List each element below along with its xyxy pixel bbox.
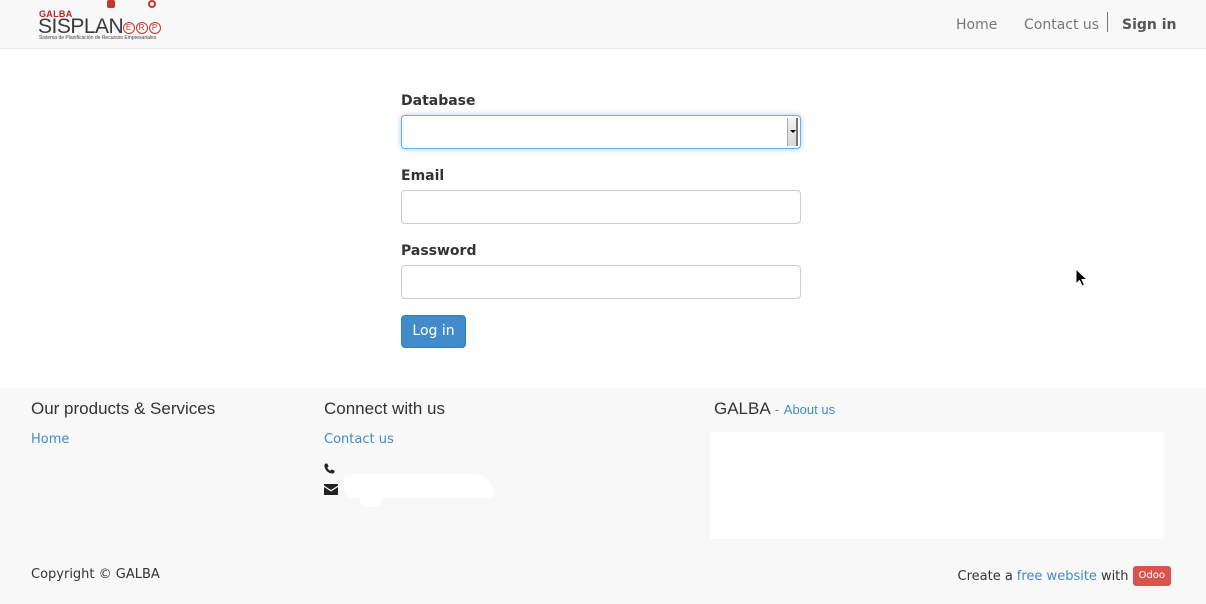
create-prefix-text: Create a xyxy=(957,568,1013,584)
logo-erp-suffix: ERP xyxy=(123,22,162,34)
footer-create-website: Create a free website with Odoo xyxy=(957,566,1171,586)
sisplan-logo[interactable]: GALBA SISPLAN ERP Sistema de Planificaci… xyxy=(36,0,182,46)
about-content-box xyxy=(710,432,1164,539)
login-button[interactable]: Log in xyxy=(401,315,466,348)
email-input[interactable] xyxy=(401,190,801,224)
nav-contact-link[interactable]: Contact us xyxy=(1024,0,1099,49)
logo-tagline: Sistema de Planificación de Recursos Emp… xyxy=(39,35,157,41)
mouse-cursor-icon xyxy=(1075,268,1089,287)
nav-divider xyxy=(1107,12,1108,32)
email-label: Email xyxy=(401,168,445,184)
password-input[interactable] xyxy=(401,265,801,299)
select-dropdown-icon[interactable] xyxy=(787,118,798,146)
database-select[interactable] xyxy=(401,115,801,149)
footer-contact-link[interactable]: Contact us xyxy=(324,432,394,447)
footer-about-separator: - xyxy=(774,402,780,417)
footer-copyright: Copyright © GALBA xyxy=(31,567,160,582)
footer-products-title: Our products & Services xyxy=(31,399,216,418)
footer-connect-title: Connect with us xyxy=(324,399,445,418)
nav-signin-link[interactable]: Sign in xyxy=(1122,0,1177,49)
free-website-link[interactable]: free website xyxy=(1017,569,1097,584)
footer-about-title: GALBA - About us xyxy=(714,399,835,419)
redacted-contact-info-tail xyxy=(360,494,382,507)
pdvsa-logo xyxy=(148,0,157,8)
nav-home-link[interactable]: Home xyxy=(956,0,997,49)
database-label: Database xyxy=(401,93,476,109)
envelope-icon xyxy=(324,484,338,495)
footer-company-name: GALBA xyxy=(714,399,771,418)
create-with-text: with xyxy=(1100,568,1129,584)
top-navbar: GALBA SISPLAN ERP Sistema de Planificaci… xyxy=(0,0,1206,49)
guardian-seal-logo xyxy=(107,0,139,9)
footer-home-link[interactable]: Home xyxy=(31,432,69,447)
footer-about-link[interactable]: About us xyxy=(784,402,835,417)
phone-icon xyxy=(324,463,335,474)
odoo-badge[interactable]: Odoo xyxy=(1132,566,1171,586)
password-label: Password xyxy=(401,243,477,259)
